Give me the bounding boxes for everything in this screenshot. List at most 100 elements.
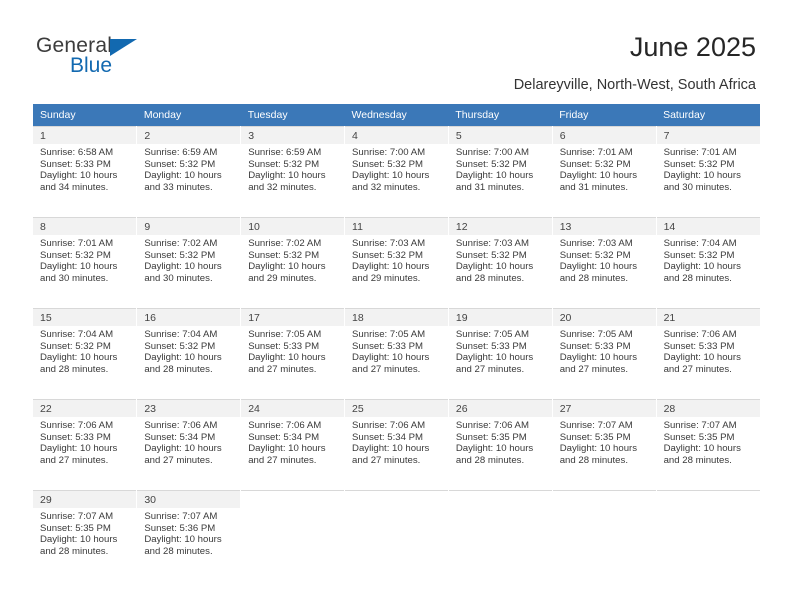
calendar-day-cell[interactable]: 5 Sunrise: 7:00 AM Sunset: 5:32 PM Daylight…: [448, 126, 553, 218]
weekday-header-saturday: Saturday: [656, 104, 760, 127]
calendar-day-cell[interactable]: 22 Sunrise: 7:06 AM Sunset: 5:33 PM Dayligh…: [33, 399, 138, 491]
day-info-sunrise: Sunrise: 7:03 AM: [455, 238, 529, 249]
day-sun-info: Sunrise: 7:00 AM Sunset: 5:32 PM Daylight:…: [449, 144, 552, 193]
day-sun-info: [449, 508, 552, 511]
day-sun-info: Sunrise: 7:05 AM Sunset: 5:33 PM Daylight:…: [449, 326, 552, 375]
calendar-day-cell[interactable]: 8 Sunrise: 7:01 AM Sunset: 5:32 PM Daylight…: [33, 217, 138, 309]
weekday-header-row: Sunday Monday Tuesday Wednesday Thursday…: [33, 104, 760, 127]
day-sun-info: [553, 508, 656, 511]
day-number: 2: [137, 127, 241, 144]
calendar-day-cell[interactable]: 7 Sunrise: 7:01 AM Sunset: 5:32 PM Daylight…: [656, 126, 760, 218]
calendar-day-cell[interactable]: 19 Sunrise: 7:05 AM Sunset: 5:33 PM Dayligh…: [448, 308, 553, 400]
day-info-sunset: Sunset: 5:33 PM: [40, 158, 111, 170]
day-info-daylight-l2: and 28 minutes.: [455, 454, 525, 466]
day-info-sunset: Sunset: 5:33 PM: [248, 340, 320, 352]
day-cell-inner: 7 Sunrise: 7:01 AM Sunset: 5:32 PM Daylight…: [656, 127, 760, 217]
day-info-daylight-l2: and 28 minutes.: [559, 454, 628, 466]
day-info-sunset: Sunset: 5:32 PM: [559, 249, 631, 261]
day-cell-inner: 19 Sunrise: 7:05 AM Sunset: 5:33 PM Dayligh…: [448, 309, 552, 399]
day-info-daylight-l2: and 29 minutes.: [352, 272, 421, 284]
day-number: 22: [33, 400, 137, 417]
day-info-sunrise: Sunrise: 7:07 AM: [144, 511, 218, 522]
calendar-day-cell[interactable]: 13 Sunrise: 7:03 AM Sunset: 5:32 PM Dayligh…: [552, 217, 657, 309]
day-number: 3: [241, 127, 345, 144]
day-cell-inner: 12 Sunrise: 7:03 AM Sunset: 5:32 PM Dayligh…: [448, 218, 552, 308]
day-number: 27: [552, 400, 656, 417]
day-cell-inner: [241, 491, 345, 581]
day-sun-info: [241, 508, 344, 511]
calendar-day-cell[interactable]: 2 Sunrise: 6:59 AM Sunset: 5:32 PM Daylight…: [136, 126, 242, 218]
day-sun-info: Sunrise: 7:01 AM Sunset: 5:32 PM Daylight:…: [553, 144, 656, 193]
day-info-sunset: Sunset: 5:32 PM: [455, 249, 527, 261]
day-number: 7: [656, 127, 760, 144]
calendar-day-cell[interactable]: 15 Sunrise: 7:04 AM Sunset: 5:32 PM Dayligh…: [33, 308, 138, 400]
day-cell-inner: 8 Sunrise: 7:01 AM Sunset: 5:32 PM Daylight…: [33, 218, 137, 308]
calendar-day-cell[interactable]: 9 Sunrise: 7:02 AM Sunset: 5:32 PM Daylight…: [136, 217, 242, 309]
day-info-sunset: Sunset: 5:35 PM: [559, 431, 631, 443]
calendar-day-cell[interactable]: 20 Sunrise: 7:05 AM Sunset: 5:33 PM Dayligh…: [552, 308, 657, 400]
calendar-day-cell[interactable]: 30 Sunrise: 7:07 AM Sunset: 5:36 PM Dayligh…: [136, 490, 242, 581]
calendar-day-cell-empty: [656, 490, 760, 581]
day-cell-inner: 29 Sunrise: 7:07 AM Sunset: 5:35 PM Dayligh…: [33, 491, 137, 581]
calendar-week-row: 22 Sunrise: 7:06 AM Sunset: 5:33 PM Dayligh…: [33, 399, 760, 491]
day-info-daylight-l2: and 28 minutes.: [144, 363, 213, 375]
calendar-day-cell[interactable]: 18 Sunrise: 7:05 AM Sunset: 5:33 PM Dayligh…: [344, 308, 449, 400]
day-cell-inner: 11 Sunrise: 7:03 AM Sunset: 5:32 PM Dayligh…: [345, 218, 448, 308]
calendar-day-cell[interactable]: 1 Sunrise: 6:58 AM Sunset: 5:33 PM Daylight…: [33, 126, 138, 218]
day-number: 28: [656, 400, 760, 417]
calendar-day-cell[interactable]: 24 Sunrise: 7:06 AM Sunset: 5:34 PM Dayligh…: [240, 399, 346, 491]
day-number: 8: [33, 218, 137, 235]
day-number: [552, 491, 656, 508]
day-info-daylight-l1: Daylight: 10 hours: [248, 352, 326, 364]
day-info-sunrise: Sunrise: 7:02 AM: [248, 238, 322, 249]
general-blue-logo[interactable]: General Blue: [36, 34, 156, 80]
day-cell-inner: 2 Sunrise: 6:59 AM Sunset: 5:32 PM Daylight…: [137, 127, 241, 217]
calendar-day-cell[interactable]: 28 Sunrise: 7:07 AM Sunset: 5:35 PM Dayligh…: [656, 399, 760, 491]
day-cell-inner: 15 Sunrise: 7:04 AM Sunset: 5:32 PM Dayligh…: [33, 309, 137, 399]
day-cell-inner: 13 Sunrise: 7:03 AM Sunset: 5:32 PM Dayligh…: [552, 218, 656, 308]
day-number: 5: [448, 127, 552, 144]
day-info-sunset: Sunset: 5:35 PM: [455, 431, 527, 443]
calendar-day-cell[interactable]: 17 Sunrise: 7:05 AM Sunset: 5:33 PM Dayligh…: [240, 308, 346, 400]
day-info-sunrise: Sunrise: 7:07 AM: [40, 511, 114, 522]
weekday-header-thursday: Thursday: [448, 104, 553, 127]
calendar-day-cell[interactable]: 16 Sunrise: 7:04 AM Sunset: 5:32 PM Dayligh…: [136, 308, 242, 400]
day-info-daylight-l1: Daylight: 10 hours: [248, 443, 326, 455]
day-number: 23: [137, 400, 241, 417]
day-number: 14: [656, 218, 760, 235]
page-header: General Blue June 2025 Delareyville, Nor…: [0, 0, 792, 104]
day-info-sunset: Sunset: 5:32 PM: [248, 158, 320, 170]
calendar-day-cell[interactable]: 6 Sunrise: 7:01 AM Sunset: 5:32 PM Daylight…: [552, 126, 657, 218]
day-sun-info: Sunrise: 7:01 AM Sunset: 5:32 PM Daylight:…: [657, 144, 760, 193]
day-sun-info: Sunrise: 7:07 AM Sunset: 5:35 PM Daylight:…: [553, 417, 656, 466]
calendar-day-cell[interactable]: 23 Sunrise: 7:06 AM Sunset: 5:34 PM Dayligh…: [136, 399, 242, 491]
calendar-day-cell[interactable]: 12 Sunrise: 7:03 AM Sunset: 5:32 PM Dayligh…: [448, 217, 553, 309]
logo-triangle-icon: [110, 39, 137, 56]
day-info-daylight-l1: Daylight: 10 hours: [144, 443, 222, 455]
day-info-sunset: Sunset: 5:33 PM: [663, 340, 735, 352]
day-info-sunset: Sunset: 5:32 PM: [559, 158, 631, 170]
day-info-sunrise: Sunrise: 7:00 AM: [455, 147, 529, 158]
calendar-day-cell[interactable]: 21 Sunrise: 7:06 AM Sunset: 5:33 PM Dayligh…: [656, 308, 760, 400]
day-info-sunrise: Sunrise: 7:01 AM: [40, 238, 114, 249]
calendar-day-cell[interactable]: 25 Sunrise: 7:06 AM Sunset: 5:34 PM Dayligh…: [344, 399, 449, 491]
calendar-day-cell[interactable]: 27 Sunrise: 7:07 AM Sunset: 5:35 PM Dayligh…: [552, 399, 657, 491]
day-number: [448, 491, 552, 508]
day-info-daylight-l1: Daylight: 10 hours: [352, 261, 430, 273]
day-info-sunrise: Sunrise: 7:07 AM: [663, 420, 737, 431]
day-sun-info: Sunrise: 7:06 AM Sunset: 5:35 PM Daylight:…: [449, 417, 552, 466]
day-cell-inner: 1 Sunrise: 6:58 AM Sunset: 5:33 PM Daylight…: [33, 127, 137, 217]
calendar-day-cell[interactable]: 4 Sunrise: 7:00 AM Sunset: 5:32 PM Daylight…: [344, 126, 449, 218]
calendar-day-cell[interactable]: 10 Sunrise: 7:02 AM Sunset: 5:32 PM Dayligh…: [240, 217, 346, 309]
calendar-day-cell[interactable]: 14 Sunrise: 7:04 AM Sunset: 5:32 PM Dayligh…: [656, 217, 760, 309]
page-title: June 2025: [629, 32, 756, 62]
day-info-daylight-l1: Daylight: 10 hours: [40, 534, 118, 546]
calendar-day-cell[interactable]: 26 Sunrise: 7:06 AM Sunset: 5:35 PM Dayligh…: [448, 399, 553, 491]
calendar-day-cell[interactable]: 11 Sunrise: 7:03 AM Sunset: 5:32 PM Dayligh…: [344, 217, 449, 309]
day-sun-info: Sunrise: 7:05 AM Sunset: 5:33 PM Daylight:…: [553, 326, 656, 375]
day-info-sunset: Sunset: 5:32 PM: [144, 158, 216, 170]
calendar-day-cell[interactable]: 29 Sunrise: 7:07 AM Sunset: 5:35 PM Dayligh…: [33, 490, 138, 581]
day-sun-info: Sunrise: 7:06 AM Sunset: 5:34 PM Daylight:…: [345, 417, 448, 466]
day-info-sunrise: Sunrise: 7:02 AM: [144, 238, 218, 249]
calendar-day-cell[interactable]: 3 Sunrise: 6:59 AM Sunset: 5:32 PM Daylight…: [240, 126, 346, 218]
